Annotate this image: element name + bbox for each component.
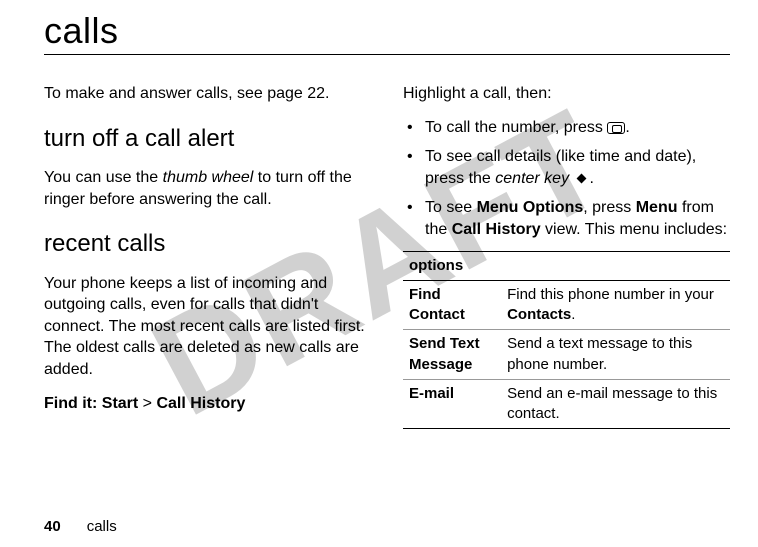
text-fragment: view. This menu includes: xyxy=(541,221,727,238)
option-label: Send Text Message xyxy=(403,330,501,380)
option-label: Find Contact xyxy=(403,280,501,330)
turn-off-alert-body: You can use the thumb wheel to turn off … xyxy=(44,167,371,210)
action-list: To call the number, press . To see call … xyxy=(403,117,730,241)
two-column-layout: To make and answer calls, see page 22. t… xyxy=(44,83,730,429)
table-row: Find Contact Find this phone number in y… xyxy=(403,280,730,330)
list-item: To see call details (like time and date)… xyxy=(425,146,730,189)
call-history-term: Call History xyxy=(452,221,541,238)
page-number: 40 xyxy=(44,518,61,535)
text-fragment: Send a text message to this phone number… xyxy=(507,335,692,372)
section-heading-turn-off-alert: turn off a call alert xyxy=(44,123,371,155)
find-it-line: Find it: Start > Call History xyxy=(44,393,371,415)
text-fragment: You can use the xyxy=(44,169,163,186)
right-column: Highlight a call, then: To call the numb… xyxy=(403,83,730,429)
section-heading-recent-calls: recent calls xyxy=(44,228,371,260)
list-item: To see Menu Options, press Menu from the… xyxy=(425,197,730,240)
menu-term: Menu xyxy=(636,199,678,216)
table-row: E-mail Send an e-mail message to this co… xyxy=(403,379,730,429)
center-key-icon xyxy=(574,174,590,184)
contacts-term: Contacts xyxy=(507,306,571,323)
page-footer: 40 calls xyxy=(44,518,117,535)
highlight-call-lead: Highlight a call, then: xyxy=(403,83,730,105)
page-content: calls To make and answer calls, see page… xyxy=(44,10,730,429)
text-fragment: . xyxy=(625,119,629,136)
text-fragment: To see xyxy=(425,199,477,216)
option-desc: Send a text message to this phone number… xyxy=(501,330,730,380)
center-key-term: center key xyxy=(495,170,569,187)
thumb-wheel-term: thumb wheel xyxy=(163,169,254,186)
footer-section-name: calls xyxy=(87,518,117,535)
option-label: E-mail xyxy=(403,379,501,429)
table-row: Send Text Message Send a text message to… xyxy=(403,330,730,380)
find-it-path-callhistory: Call History xyxy=(156,395,245,412)
options-table: options Find Contact Find this phone num… xyxy=(403,251,730,430)
find-it-label: Find it: xyxy=(44,395,102,412)
intro-paragraph: To make and answer calls, see page 22. xyxy=(44,83,371,105)
option-desc: Send an e-mail message to this contact. xyxy=(501,379,730,429)
text-fragment: . xyxy=(571,306,575,323)
text-fragment: To call the number, press xyxy=(425,119,607,136)
page-title: calls xyxy=(44,10,730,55)
camera-key-icon xyxy=(607,122,625,134)
menu-options-term: Menu Options xyxy=(477,199,584,216)
find-it-path-start: Start xyxy=(102,395,138,412)
option-desc: Find this phone number in your Contacts. xyxy=(501,280,730,330)
find-it-separator: > xyxy=(138,395,156,412)
left-column: To make and answer calls, see page 22. t… xyxy=(44,83,371,429)
text-fragment: Send an e-mail message to this contact. xyxy=(507,385,717,422)
text-fragment: Find this phone number in your xyxy=(507,286,714,303)
recent-calls-body: Your phone keeps a list of incoming and … xyxy=(44,273,371,381)
options-table-header: options xyxy=(403,251,730,280)
text-fragment: . xyxy=(590,170,594,187)
text-fragment: , press xyxy=(583,199,635,216)
list-item: To call the number, press . xyxy=(425,117,730,139)
